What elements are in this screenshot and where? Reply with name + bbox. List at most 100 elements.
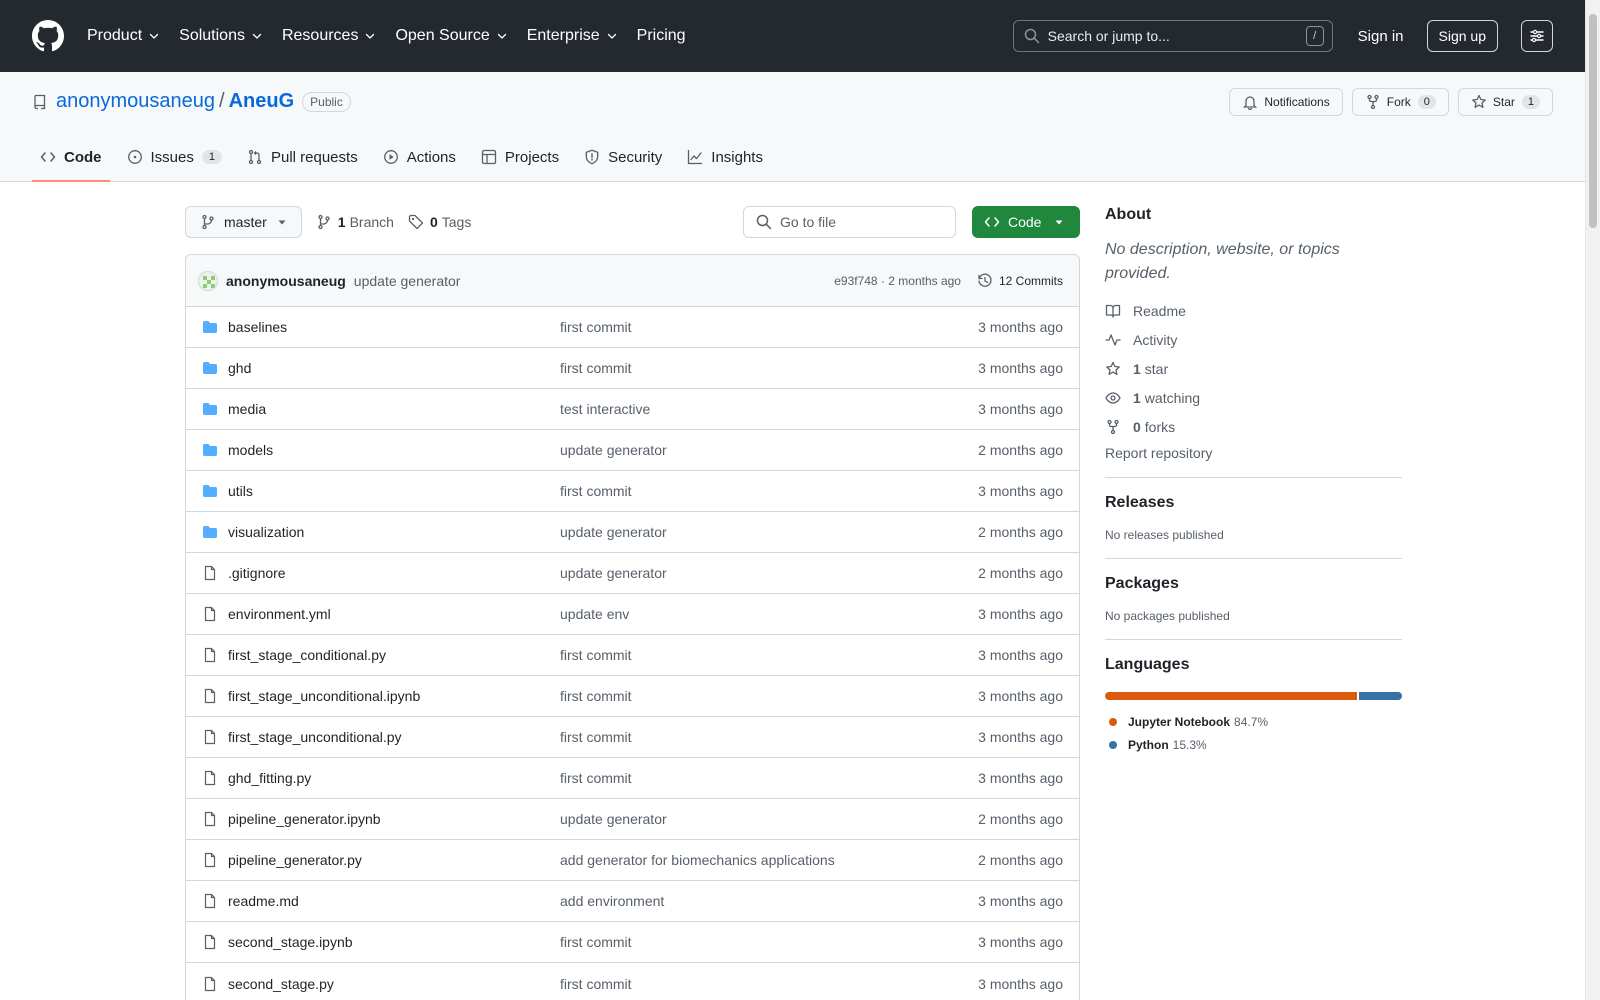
file-commit-message[interactable]: update generator (560, 524, 978, 540)
file-name-link[interactable]: ghd_fitting.py (228, 770, 560, 786)
tab-issues[interactable]: Issues 1 (119, 132, 230, 182)
commits-history-link[interactable]: 12 Commits (977, 273, 1063, 289)
go-to-file-input[interactable]: Go to file (743, 206, 956, 238)
page-scrollbar[interactable] (1585, 0, 1600, 1000)
about-link-watching[interactable]: 1 watching (1105, 383, 1402, 412)
file-name-link[interactable]: models (228, 442, 560, 458)
file-name-link[interactable]: second_stage.ipynb (228, 934, 560, 950)
file-row[interactable]: environment.yml update env 3 months ago (186, 594, 1079, 635)
nav-item-enterprise[interactable]: Enterprise (527, 27, 618, 45)
tags-link[interactable]: 0 Tags (408, 214, 471, 230)
file-row[interactable]: first_stage_unconditional.ipynb first com… (186, 676, 1079, 717)
file-commit-message[interactable]: first commit (560, 483, 978, 499)
commit-message[interactable]: update generator (354, 273, 461, 289)
about-link-label: watching (1144, 389, 1201, 406)
tab-code[interactable]: Code (32, 132, 110, 182)
tab-projects[interactable]: Projects (473, 132, 567, 182)
file-commit-message[interactable]: add generator for biomechanics applicati… (560, 852, 978, 868)
about-link-forks[interactable]: 0 forks (1105, 412, 1402, 441)
file-name-link[interactable]: baselines (228, 319, 560, 335)
file-name-link[interactable]: first_stage_unconditional.ipynb (228, 688, 560, 704)
file-row[interactable]: ghd first commit 3 months ago (186, 348, 1079, 389)
code-button[interactable]: Code (972, 206, 1080, 238)
file-commit-message[interactable]: update generator (560, 811, 978, 827)
fork-button[interactable]: Fork 0 (1351, 88, 1449, 116)
file-row[interactable]: media test interactive 3 months ago (186, 389, 1079, 430)
avatar[interactable] (198, 270, 218, 291)
scrollbar-thumb[interactable] (1589, 14, 1597, 228)
file-name-link[interactable]: pipeline_generator.py (228, 852, 560, 868)
tab-actions[interactable]: Actions (375, 132, 464, 182)
language-item[interactable]: Jupyter Notebook 84.7% (1105, 710, 1402, 733)
github-logo-icon[interactable] (32, 20, 64, 52)
file-commit-message[interactable]: first commit (560, 934, 978, 950)
file-commit-message[interactable]: first commit (560, 360, 978, 376)
repo-owner-link[interactable]: anonymousaneug (56, 90, 215, 113)
file-commit-message[interactable]: first commit (560, 729, 978, 745)
file-name-link[interactable]: ghd (228, 360, 560, 376)
nav-item-open-source[interactable]: Open Source (395, 27, 507, 45)
about-link-activity[interactable]: Activity (1105, 325, 1402, 354)
file-row[interactable]: first_stage_unconditional.py first commit… (186, 717, 1079, 758)
repo-title-separator: / (219, 90, 225, 112)
search-input[interactable]: Search or jump to... / (1012, 20, 1333, 52)
file-row[interactable]: pipeline_generator.ipynb update generator… (186, 799, 1079, 840)
file-row[interactable]: pipeline_generator.py add generator for b… (186, 840, 1079, 881)
file-commit-message[interactable]: first commit (560, 770, 978, 786)
file-commit-message[interactable]: first commit (560, 647, 978, 663)
about-link-star[interactable]: 1 star (1105, 354, 1402, 383)
file-row[interactable]: utils first commit 3 months ago (186, 471, 1079, 512)
file-commit-message[interactable]: update generator (560, 565, 978, 581)
notifications-button[interactable]: Notifications (1229, 88, 1343, 116)
branch-selector[interactable]: master (185, 206, 302, 238)
file-name-link[interactable]: first_stage_unconditional.py (228, 729, 560, 745)
file-commit-message[interactable]: first commit (560, 319, 978, 335)
file-row[interactable]: second_stage.ipynb first commit 3 months a… (186, 922, 1079, 963)
nav-item-product[interactable]: Product (87, 27, 160, 45)
file-name-link[interactable]: visualization (228, 524, 560, 540)
file-commit-message[interactable]: first commit (560, 976, 978, 992)
file-name-link[interactable]: first_stage_conditional.py (228, 647, 560, 663)
sign-in-link[interactable]: Sign in (1358, 28, 1404, 45)
file-commit-message[interactable]: first commit (560, 688, 978, 704)
branches-link[interactable]: 1 Branch (316, 214, 394, 230)
tab-pull-requests[interactable]: Pull requests (239, 132, 366, 182)
file-commit-message[interactable]: test interactive (560, 401, 978, 417)
file-row[interactable]: .gitignore update generator 2 months ago (186, 553, 1079, 594)
nav-item-pricing[interactable]: Pricing (637, 27, 686, 45)
file-row[interactable]: visualization update generator 2 months ag… (186, 512, 1079, 553)
commit-author[interactable]: anonymousaneug (226, 273, 346, 289)
file-name-link[interactable]: second_stage.py (228, 976, 560, 992)
file-commit-message[interactable]: add environment (560, 893, 978, 909)
file-row[interactable]: models update generator 2 months ago (186, 430, 1079, 471)
file-row[interactable]: baselines first commit 3 months ago (186, 307, 1079, 348)
file-row[interactable]: ghd_fitting.py first commit 3 months ago (186, 758, 1079, 799)
language-item[interactable]: Python 15.3% (1105, 733, 1402, 756)
menu-icon[interactable] (1521, 20, 1553, 52)
tab-security[interactable]: Security (576, 132, 670, 182)
nav-item-resources[interactable]: Resources (282, 27, 376, 45)
file-commit-message[interactable]: update generator (560, 442, 978, 458)
file-name-link[interactable]: media (228, 401, 560, 417)
file-row[interactable]: readme.md add environment 3 months ago (186, 881, 1079, 922)
tab-count-badge: 1 (201, 150, 222, 164)
sign-up-button[interactable]: Sign up (1426, 20, 1498, 52)
file-name-link[interactable]: .gitignore (228, 565, 560, 581)
file-name-link[interactable]: environment.yml (228, 606, 560, 622)
star-button[interactable]: Star 1 (1457, 88, 1553, 116)
file-name-link[interactable]: utils (228, 483, 560, 499)
nav-item-solutions[interactable]: Solutions (179, 27, 263, 45)
report-repository-link[interactable]: Report repository (1105, 445, 1402, 461)
file-row[interactable]: second_stage.py first commit 3 months ago (186, 963, 1079, 1000)
packages-heading[interactable]: Packages (1105, 575, 1402, 593)
file-name-link[interactable]: readme.md (228, 893, 560, 909)
releases-heading[interactable]: Releases (1105, 494, 1402, 512)
tab-insights[interactable]: Insights (679, 132, 771, 182)
about-link-readme[interactable]: Readme (1105, 296, 1402, 325)
visibility-badge: Public (302, 91, 351, 112)
repo-name-link[interactable]: AneuG (229, 90, 295, 113)
file-commit-message[interactable]: update env (560, 606, 978, 622)
file-name-link[interactable]: pipeline_generator.ipynb (228, 811, 560, 827)
commit-hash-time[interactable]: e93f748 · 2 months ago (834, 274, 961, 288)
file-row[interactable]: first_stage_conditional.py first commit 3 … (186, 635, 1079, 676)
